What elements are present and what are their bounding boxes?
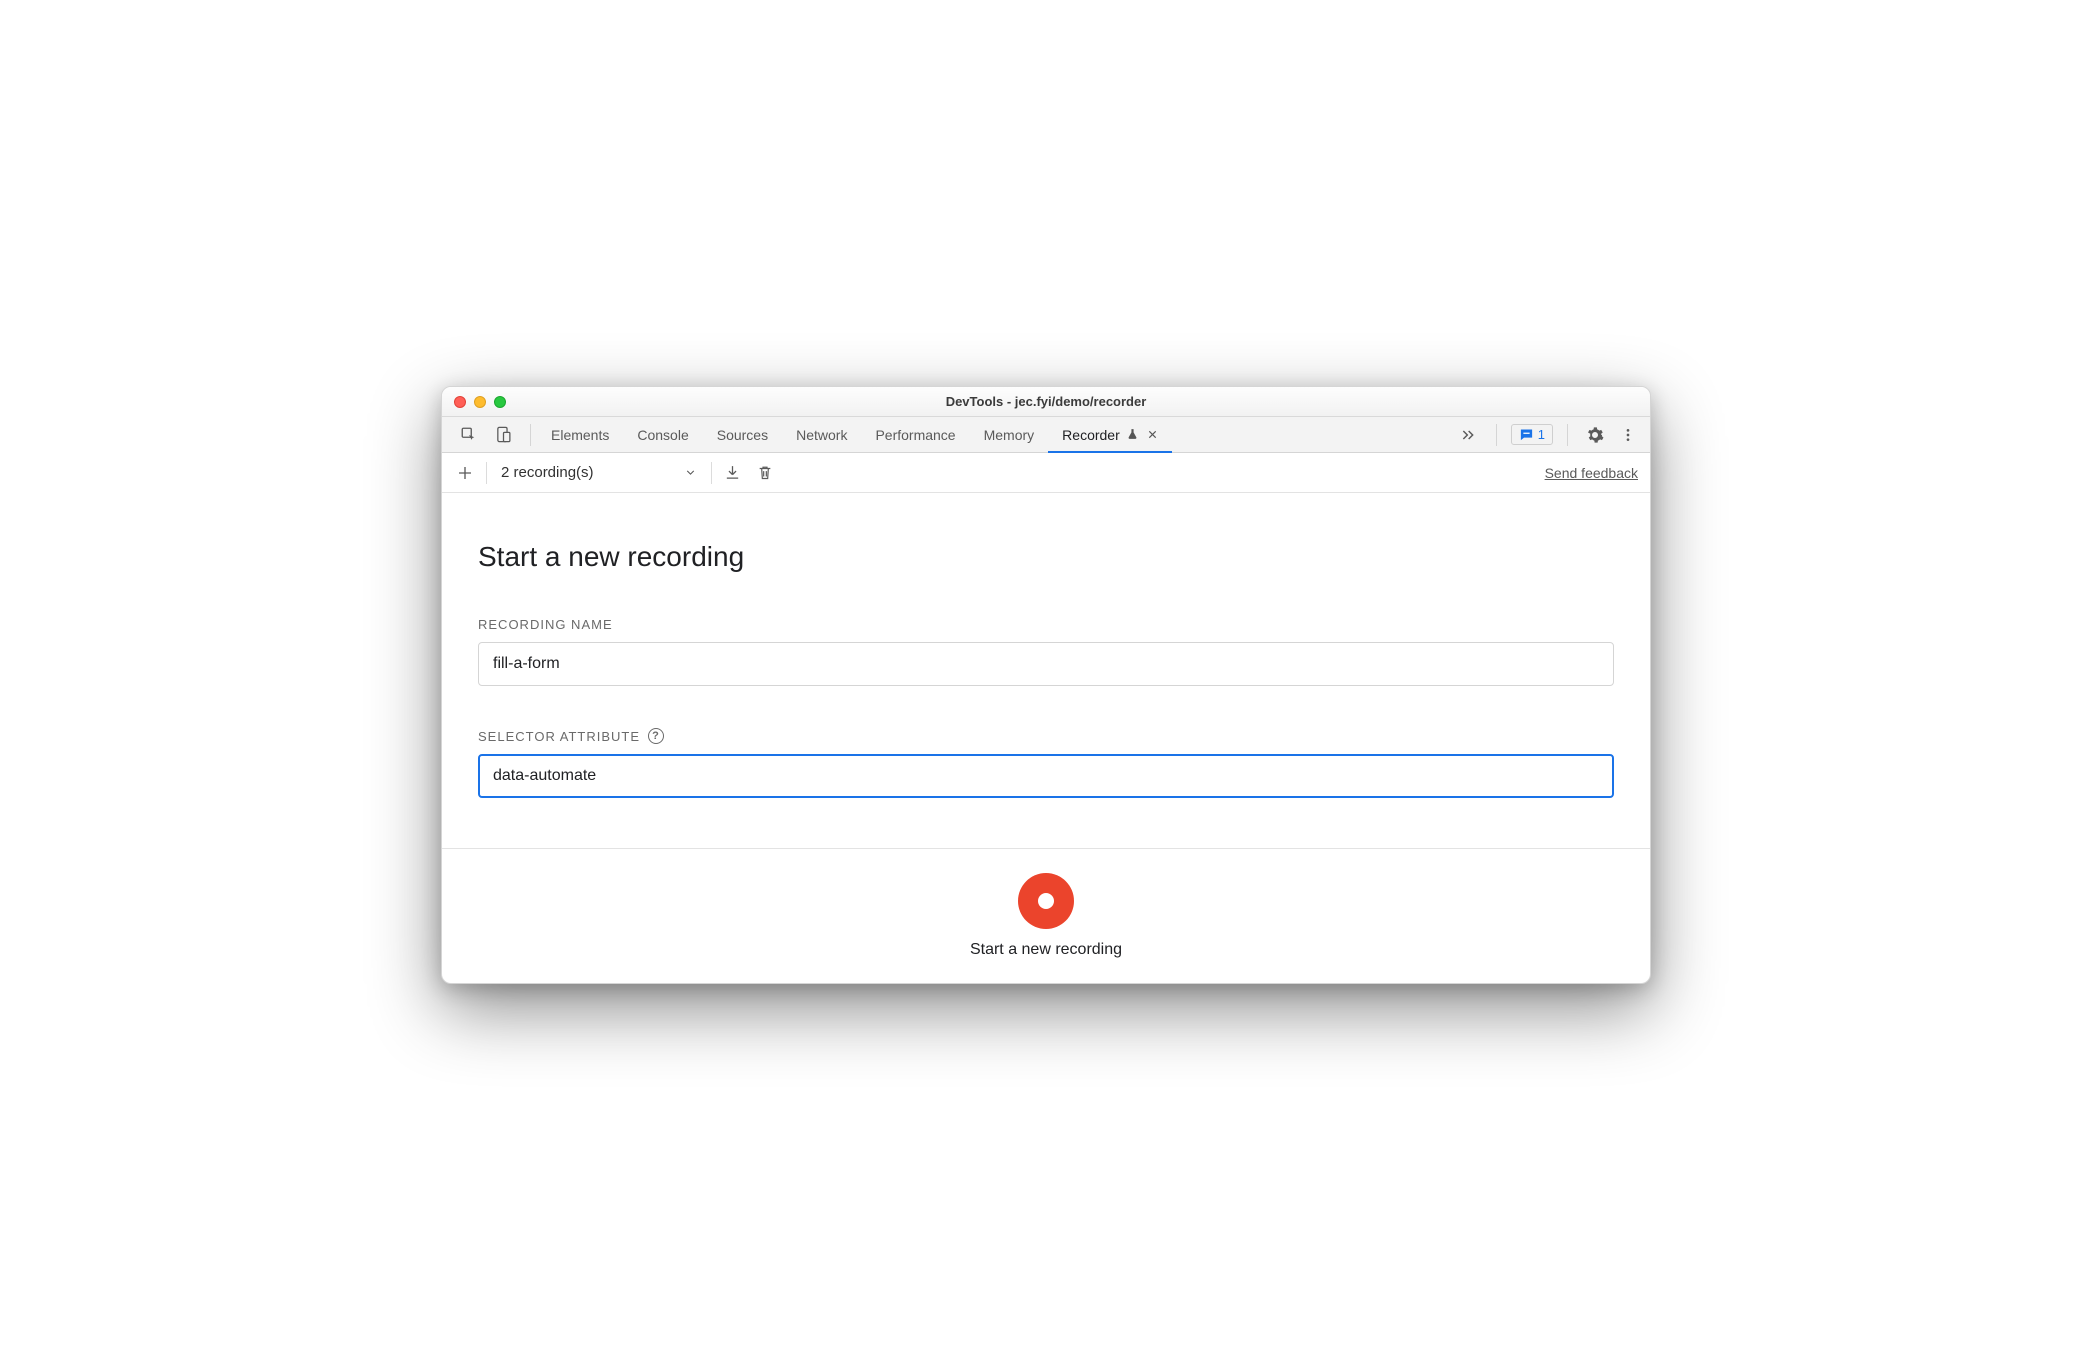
- start-recording-label: Start a new recording: [970, 941, 1122, 959]
- start-recording-button[interactable]: [1018, 873, 1074, 929]
- tabbar-divider: [1567, 424, 1568, 446]
- tab-label: Console: [637, 427, 688, 443]
- chevron-down-icon: [684, 466, 697, 479]
- window-titlebar: DevTools - jec.fyi/demo/recorder: [442, 387, 1650, 417]
- devtools-window: DevTools - jec.fyi/demo/recorder Element…: [441, 386, 1651, 984]
- issues-badge[interactable]: 1: [1511, 424, 1553, 445]
- record-icon: [1038, 893, 1054, 909]
- tab-label: Elements: [551, 427, 609, 443]
- selector-attribute-field: Selector Attribute ?: [478, 728, 1614, 798]
- tabbar-left-icons: [448, 417, 524, 452]
- toolbar-divider: [486, 462, 487, 484]
- device-toolbar-icon[interactable]: [492, 424, 514, 446]
- recorder-main: Start a new recording Recording Name Sel…: [442, 493, 1650, 848]
- tabbar-right: 1: [1454, 417, 1644, 452]
- tab-recorder[interactable]: Recorder: [1048, 417, 1172, 452]
- experiment-flask-icon: [1126, 428, 1139, 441]
- issue-icon: [1519, 427, 1534, 442]
- recorder-footer: Start a new recording: [442, 848, 1650, 983]
- settings-gear-icon[interactable]: [1582, 426, 1608, 444]
- more-tabs-icon[interactable]: [1454, 427, 1482, 443]
- tab-label: Network: [796, 427, 847, 443]
- issues-count: 1: [1538, 427, 1545, 442]
- selector-attribute-input[interactable]: [478, 754, 1614, 798]
- minimize-window-button[interactable]: [474, 396, 486, 408]
- tab-sources[interactable]: Sources: [703, 417, 782, 452]
- tab-list: Elements Console Sources Network Perform…: [537, 417, 1172, 452]
- recorder-toolbar: 2 recording(s) Send feedback: [442, 453, 1650, 493]
- download-icon[interactable]: [722, 462, 744, 484]
- new-recording-plus-icon[interactable]: [454, 462, 476, 484]
- traffic-lights: [454, 396, 506, 408]
- selector-attribute-label: Selector Attribute ?: [478, 728, 1614, 744]
- recordings-count-label: 2 recording(s): [501, 464, 594, 481]
- page-heading: Start a new recording: [478, 541, 1614, 573]
- recording-name-label: Recording Name: [478, 617, 1614, 632]
- tabbar-divider: [530, 424, 531, 446]
- window-title: DevTools - jec.fyi/demo/recorder: [442, 394, 1650, 409]
- devtools-tabbar: Elements Console Sources Network Perform…: [442, 417, 1650, 453]
- tab-label: Memory: [984, 427, 1035, 443]
- inspect-element-icon[interactable]: [458, 424, 480, 446]
- tab-label: Sources: [717, 427, 768, 443]
- tab-elements[interactable]: Elements: [537, 417, 623, 452]
- close-window-button[interactable]: [454, 396, 466, 408]
- close-tab-icon[interactable]: [1147, 429, 1158, 440]
- tabbar-divider: [1496, 424, 1497, 446]
- selector-attribute-label-text: Selector Attribute: [478, 729, 640, 744]
- tab-network[interactable]: Network: [782, 417, 861, 452]
- help-icon[interactable]: ?: [648, 728, 664, 744]
- recordings-dropdown[interactable]: 2 recording(s): [497, 464, 701, 481]
- tab-label: Recorder: [1062, 427, 1120, 443]
- maximize-window-button[interactable]: [494, 396, 506, 408]
- recording-name-field: Recording Name: [478, 617, 1614, 686]
- tab-label: Performance: [875, 427, 955, 443]
- trash-icon[interactable]: [754, 462, 776, 484]
- tab-memory[interactable]: Memory: [970, 417, 1049, 452]
- tab-console[interactable]: Console: [623, 417, 702, 452]
- send-feedback-link[interactable]: Send feedback: [1545, 465, 1638, 481]
- tab-performance[interactable]: Performance: [861, 417, 969, 452]
- recording-name-input[interactable]: [478, 642, 1614, 686]
- kebab-menu-icon[interactable]: [1616, 427, 1640, 443]
- toolbar-divider: [711, 462, 712, 484]
